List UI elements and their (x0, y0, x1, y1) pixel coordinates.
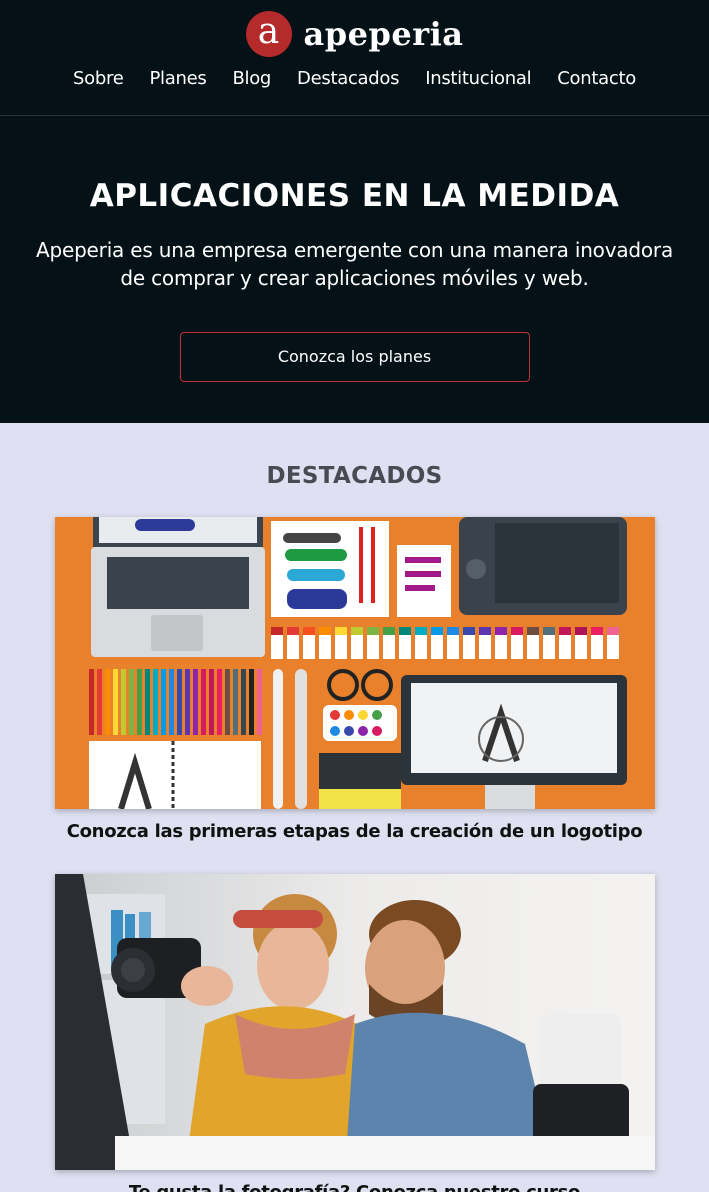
post-image-design-tools[interactable] (54, 517, 655, 809)
featured-section: DESTACADOS Conozca las primeras etapas d… (0, 423, 709, 1192)
post-image-photography[interactable] (54, 874, 655, 1170)
hero-text: Apeperia es una empresa emergente con un… (35, 238, 674, 290)
main-nav: Sobre Planes Blog Destacados Institucion… (0, 68, 709, 89)
brand[interactable]: a apeperia (0, 10, 709, 58)
nav-item-sobre[interactable]: Sobre (73, 68, 124, 89)
post-card[interactable]: Conozca las primeras etapas de la creaci… (54, 517, 655, 842)
nav-item-blog[interactable]: Blog (232, 68, 271, 89)
post-title[interactable]: Te gusta la fotografía? Conozca nuestro … (55, 1182, 655, 1192)
featured-heading: DESTACADOS (266, 463, 443, 489)
post-title[interactable]: Conozca las primeras etapas de la creaci… (55, 821, 655, 842)
post-card[interactable]: Te gusta la fotografía? Conozca nuestro … (54, 874, 655, 1192)
brand-name: apeperia (303, 15, 464, 53)
hero-title: APLICACIONES EN LA MEDIDA (89, 178, 620, 214)
hero-section: APLICACIONES EN LA MEDIDA Apeperia es un… (0, 116, 709, 423)
logo-icon: a (245, 11, 292, 57)
nav-item-contacto[interactable]: Contacto (557, 68, 636, 89)
nav-item-planes[interactable]: Planes (150, 68, 207, 89)
plans-button[interactable]: Conozca los planes (179, 332, 530, 382)
nav-item-destacados[interactable]: Destacados (297, 68, 399, 89)
nav-item-institucional[interactable]: Institucional (425, 68, 531, 89)
site-header: a apeperia Sobre Planes Blog Destacados … (0, 0, 709, 116)
